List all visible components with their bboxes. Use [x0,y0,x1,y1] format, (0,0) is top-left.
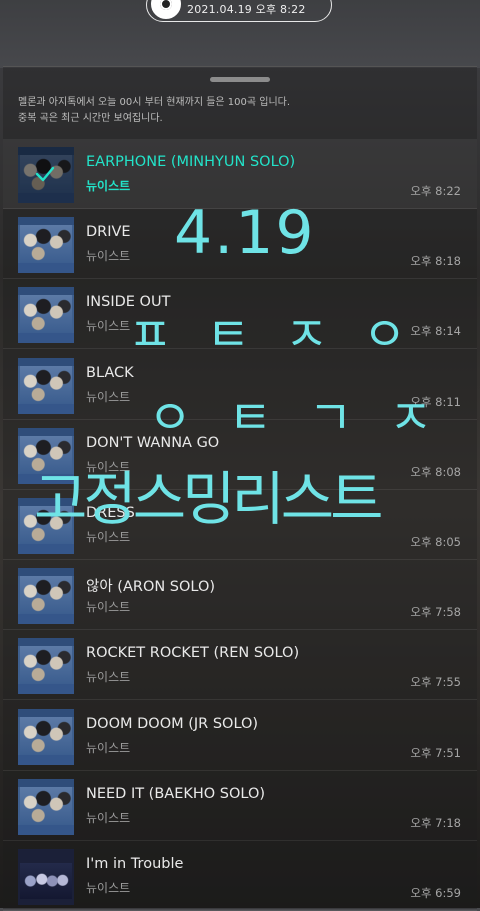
track-artist: 뉴이스트 [86,389,131,404]
now-playing-pill[interactable]: 2021.04.19 오후 8:22 [146,0,332,22]
history-info: 멜론과 아지톡에서 오늘 00시 부터 현재까지 들은 100곡 입니다. 중복… [18,95,468,127]
album-cover [18,638,74,695]
track-row[interactable]: NEED IT (BAEKHO SOLO) 뉴이스트 오후 7:18 [3,771,477,841]
track-artist: 뉴이스트 [86,249,131,264]
history-sheet: 멜론과 아지톡에서 오늘 00시 부터 현재까지 들은 100곡 입니다. 중복… [3,66,477,911]
track-artist: 뉴이스트 [86,530,131,544]
track-row[interactable]: I'm in Trouble 뉴이스트 오후 6:59 [3,841,477,911]
track-title: BLACK [86,364,134,381]
track-row[interactable]: EARPHONE (MINHYUN SOLO) 뉴이스트 오후 8:22 [3,139,477,209]
check-icon [35,166,55,182]
track-title: DON'T WANNA GO [86,434,220,451]
track-artist: 뉴이스트 [86,670,131,685]
track-row[interactable]: DRIVE 뉴이스트 오후 8:18 [3,209,477,280]
album-cover [18,778,74,835]
track-row[interactable]: ROCKET ROCKET (REN SOLO) 뉴이스트 오후 7:55 [3,630,477,701]
track-time: 오후 8:08 [410,464,461,479]
track-title: ROCKET ROCKET (REN SOLO) [86,645,300,662]
info-line-2: 중복 곡은 최근 시간만 보여집니다. [18,113,163,124]
track-title: DOOM DOOM (JR SOLO) [86,715,259,732]
track-time: 오후 7:18 [410,815,461,830]
track-row[interactable]: INSIDE OUT 뉴이스트 오후 8:14 [3,279,477,350]
track-row[interactable]: 않아 (ARON SOLO) 뉴이스트 오후 7:58 [3,560,477,631]
track-time: 오후 6:59 [410,886,461,900]
album-cover [18,287,74,344]
track-title: 않아 (ARON SOLO) [86,579,216,596]
album-cover [18,708,74,765]
track-artist: 뉴이스트 [86,319,131,334]
album-cover [18,849,74,905]
track-title: NEED IT (BAEKHO SOLO) [86,785,266,802]
track-title: DRESS [86,505,135,521]
track-time: 오후 7:58 [410,605,461,620]
track-artist: 뉴이스트 [86,600,131,615]
info-line-1: 멜론과 아지톡에서 오늘 00시 부터 현재까지 들은 100곡 입니다. [18,97,291,108]
track-title: INSIDE OUT [86,294,171,311]
track-artist: 뉴이스트 [86,810,131,825]
track-artist: 뉴이스트 [86,179,131,193]
album-cover [18,217,74,274]
track-time: 오후 8:05 [410,535,461,549]
track-title: DRIVE [86,224,131,241]
album-cover [18,498,74,554]
track-title: I'm in Trouble [86,856,184,872]
track-title: EARPHONE (MINHYUN SOLO) [86,154,296,170]
track-row[interactable]: DOOM DOOM (JR SOLO) 뉴이스트 오후 7:51 [3,701,477,771]
album-cover [18,427,74,484]
track-time: 오후 8:18 [410,254,461,269]
track-time: 오후 8:14 [410,324,461,339]
track-time: 오후 8:11 [410,394,461,409]
track-time: 오후 7:51 [410,745,461,760]
track-row[interactable]: BLACK 뉴이스트 오후 8:11 [3,350,477,420]
drag-handle[interactable] [210,77,270,82]
track-time: 오후 8:22 [410,184,461,198]
track-artist: 뉴이스트 [86,459,131,474]
track-row[interactable]: DON'T WANNA GO 뉴이스트 오후 8:08 [3,420,477,490]
datetime-label: 2021.04.19 오후 8:22 [187,3,306,16]
album-cover [18,568,74,625]
album-cover [18,357,74,414]
disc-logo-icon [151,0,181,19]
track-time: 오후 7:55 [410,675,461,690]
status-bar: 2021.04.19 오후 8:22 [0,0,480,68]
track-row[interactable]: DRESS 뉴이스트 오후 8:05 [3,490,477,560]
track-artist: 뉴이스트 [86,881,131,895]
track-artist: 뉴이스트 [86,740,131,755]
album-cover [18,147,74,203]
